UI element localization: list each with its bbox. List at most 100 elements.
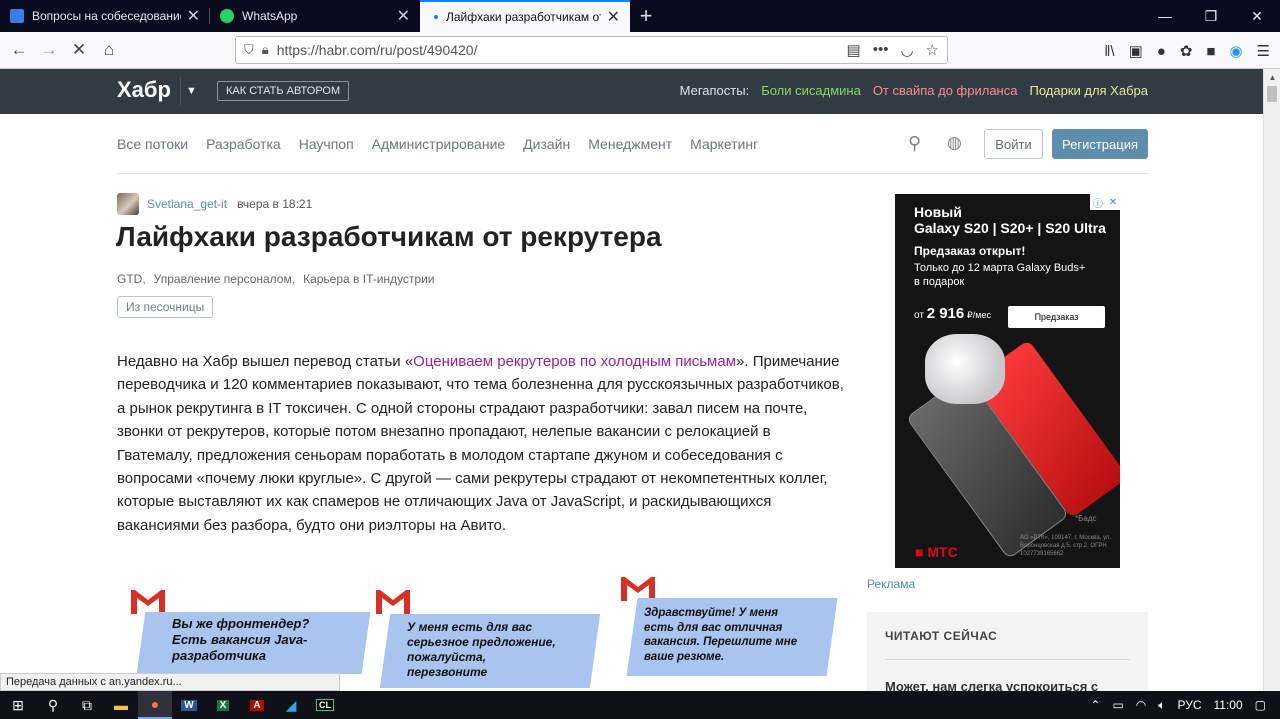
- ad-price: от 2 916 ₽/мес: [914, 305, 991, 322]
- minimize-icon[interactable]: —: [1142, 0, 1188, 32]
- windows-start-icon[interactable]: ⊞: [0, 691, 36, 719]
- battery-icon[interactable]: ▭: [1112, 698, 1123, 712]
- chevron-up-icon[interactable]: ⌃: [1090, 698, 1100, 712]
- post-body: Недавно на Хабр вышел перевод статьи «Оц…: [117, 350, 847, 537]
- maximize-icon[interactable]: ❐: [1188, 0, 1234, 32]
- back-button[interactable]: ←: [4, 35, 34, 65]
- reader-view-icon[interactable]: ▤: [847, 41, 861, 59]
- wifi-icon[interactable]: ◠: [1136, 698, 1146, 712]
- close-icon[interactable]: ✕: [187, 6, 200, 26]
- login-button[interactable]: Войти: [984, 129, 1043, 159]
- stop-button[interactable]: ✕: [64, 35, 94, 65]
- tab-title: Вопросы на собеседование -: [32, 9, 181, 23]
- divider: [117, 173, 1148, 174]
- ad-footnote: *Бадс: [1075, 514, 1097, 523]
- acrobat-icon[interactable]: A: [240, 691, 274, 719]
- flows-nav: Все потоки Разработка Научпоп Администри…: [117, 136, 758, 152]
- firefox-icon[interactable]: ●: [138, 691, 172, 719]
- tab-whatsapp[interactable]: WhatsApp ✕: [210, 0, 420, 32]
- flow-management[interactable]: Менеджмент: [588, 136, 672, 152]
- megapost-link[interactable]: От свайпа до фриланса: [873, 83, 1018, 98]
- star-icon[interactable]: ☆: [926, 41, 939, 59]
- home-button[interactable]: ⌂: [94, 35, 124, 65]
- language-indicator[interactable]: РУС: [1177, 698, 1201, 712]
- tab-title: Лайфхаки разработчикам от р: [446, 10, 601, 24]
- flow-admin[interactable]: Администрирование: [372, 136, 506, 152]
- home-icon: ⌂: [103, 40, 115, 59]
- mts-logo: ■ МТС: [915, 544, 958, 560]
- ad-label[interactable]: Реклама: [867, 577, 915, 591]
- library-icon[interactable]: ‖\: [1104, 43, 1114, 60]
- volume-icon[interactable]: 🔈︎: [1158, 698, 1165, 713]
- become-author-button[interactable]: КАК СТАТЬ АВТОРОМ: [217, 81, 350, 101]
- arrow-left-icon: ←: [10, 40, 28, 59]
- tab-interview-questions[interactable]: Вопросы на собеседование - ✕: [0, 0, 210, 32]
- megaposts: Мегапосты: Боли сисадмина От свайпа до ф…: [680, 83, 1148, 98]
- gmail-icon: [374, 588, 412, 614]
- flow-marketing[interactable]: Маркетинг: [690, 136, 758, 152]
- search-icon[interactable]: ⚲: [908, 133, 921, 154]
- flow-popsci[interactable]: Научпоп: [299, 136, 354, 152]
- megapost-link[interactable]: Боли сисадмина: [761, 83, 861, 98]
- extension-icon[interactable]: ◉: [1229, 42, 1242, 60]
- task-view-icon[interactable]: ⧉: [70, 691, 104, 719]
- register-button[interactable]: Регистрация: [1052, 129, 1148, 159]
- site-header: Хабр ▼ КАК СТАТЬ АВТОРОМ Мегапосты: Боли…: [0, 69, 1263, 114]
- scrollbar[interactable]: ▲: [1263, 69, 1280, 691]
- search-icon[interactable]: ⚲: [36, 691, 70, 719]
- new-tab-button[interactable]: +: [630, 0, 662, 32]
- article-link[interactable]: Оцениваем рекрутеров по холодным письмам: [413, 353, 736, 370]
- ad-legal: АО «РТК», 109147, г. Москва, ул. Воронцо…: [1020, 535, 1112, 557]
- telegram-icon[interactable]: ◢: [274, 691, 308, 719]
- widget-title: ЧИТАЮТ СЕЙЧАС: [885, 629, 998, 643]
- close-icon[interactable]: ✕: [397, 6, 410, 26]
- flow-all[interactable]: Все потоки: [117, 136, 188, 152]
- tab-habr-post[interactable]: Лайфхаки разработчикам от р ✕: [420, 0, 630, 32]
- address-bar[interactable]: ⛉ 🔒︎ https://habr.com/ru/post/490420/ ▤ …: [235, 36, 948, 64]
- scroll-thumb[interactable]: [1267, 86, 1277, 102]
- tab-title: WhatsApp: [242, 9, 298, 23]
- tab-bar: Вопросы на собеседование - ✕ WhatsApp ✕ …: [0, 0, 1280, 32]
- hub-link[interactable]: Управление персоналом,: [154, 272, 295, 286]
- hub-link[interactable]: Карьера в IT-индустрии: [303, 272, 434, 286]
- system-tray: ⌃ ▭ ◠ 🔈︎ РУС 11:00 ▢: [1090, 698, 1280, 713]
- excel-icon[interactable]: X: [206, 691, 240, 719]
- scroll-up-icon[interactable]: ▲: [1264, 69, 1280, 86]
- clion-icon[interactable]: CL: [308, 691, 342, 719]
- forward-button[interactable]: →: [34, 35, 64, 65]
- whatsapp-icon: [220, 9, 234, 23]
- adchoices-icon[interactable]: ⓘ ✕: [1090, 194, 1120, 210]
- loading-icon: [434, 15, 438, 19]
- menu-icon[interactable]: ☰: [1257, 42, 1270, 60]
- post-text: ». Примечание переводчика и 120 коммента…: [117, 353, 844, 534]
- extension-icon[interactable]: ■: [1206, 43, 1215, 60]
- extension-icon[interactable]: ✿: [1180, 42, 1193, 60]
- gmail-icon: [129, 588, 167, 614]
- ad-preorder-button[interactable]: Предзаказ: [1008, 306, 1105, 328]
- notifications-icon[interactable]: ▢: [1255, 698, 1266, 712]
- page-title: Лайфхаки разработчикам от рекрутера: [116, 221, 662, 252]
- reading-now-widget: ЧИТАЮТ СЕЙЧАС Может, нам слегка успокоит…: [867, 612, 1148, 702]
- sandbox-badge[interactable]: Из песочницы: [117, 296, 214, 318]
- megapost-link[interactable]: Подарки для Хабра: [1029, 83, 1148, 98]
- url-text[interactable]: https://habr.com/ru/post/490420/: [277, 42, 847, 58]
- flow-development[interactable]: Разработка: [206, 136, 281, 152]
- word-icon[interactable]: W: [172, 691, 206, 719]
- clock[interactable]: 11:00: [1214, 698, 1243, 712]
- flow-design[interactable]: Дизайн: [523, 136, 570, 152]
- pocket-icon[interactable]: ◡: [900, 41, 913, 59]
- avatar[interactable]: [117, 193, 139, 215]
- hub-link[interactable]: GTD,: [117, 272, 146, 286]
- author-link[interactable]: Svetlana_get-it: [147, 197, 227, 211]
- file-explorer-icon[interactable]: ▬: [104, 691, 138, 719]
- message-text: Вы же фронтендер? Есть вакансия Java- ра…: [172, 616, 310, 663]
- extension-icon[interactable]: ●: [1157, 43, 1166, 60]
- more-icon[interactable]: •••: [873, 41, 889, 59]
- site-logo[interactable]: Хабр: [117, 77, 171, 103]
- close-icon[interactable]: ✕: [607, 7, 620, 27]
- globe-icon[interactable]: ◍: [947, 133, 962, 153]
- sidebar-icon[interactable]: ▣: [1129, 42, 1143, 60]
- close-window-icon[interactable]: ✕: [1234, 0, 1280, 32]
- advertisement[interactable]: ⓘ ✕ Новый Galaxy S20 | S20+ | S20 Ultra П…: [895, 194, 1120, 568]
- chevron-down-icon[interactable]: ▼: [180, 77, 202, 105]
